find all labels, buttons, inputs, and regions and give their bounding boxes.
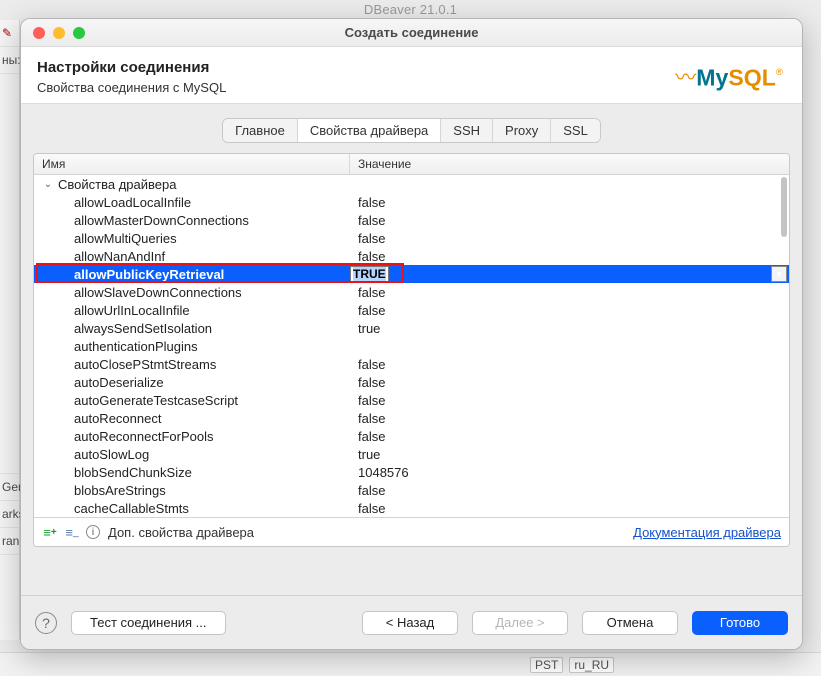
property-row[interactable]: authenticationPlugins: [34, 337, 789, 355]
finish-button[interactable]: Готово: [692, 611, 788, 635]
property-name: autoGenerateTestcaseScript: [74, 393, 238, 408]
test-connection-button[interactable]: Тест соединения ...: [71, 611, 226, 635]
property-row[interactable]: cacheCallableStmts false: [34, 499, 789, 517]
property-name: alwaysSendSetIsolation: [74, 321, 212, 336]
property-value[interactable]: false: [350, 231, 789, 246]
property-name: blobsAreStrings: [74, 483, 166, 498]
mysql-logo: 〰 My SQL ®: [675, 58, 789, 95]
property-value[interactable]: false: [350, 501, 789, 516]
add-property-icon[interactable]: ≡+: [42, 524, 58, 540]
property-name: allowPublicKeyRetrieval: [74, 267, 224, 282]
property-value[interactable]: false: [350, 285, 789, 300]
tab-bar: ГлавноеСвойства драйвераSSHProxySSL: [33, 118, 790, 143]
property-name: autoClosePStmtStreams: [74, 357, 216, 372]
property-name: autoSlowLog: [74, 447, 149, 462]
property-value[interactable]: false: [350, 429, 789, 444]
property-row[interactable]: allowMasterDownConnections false: [34, 211, 789, 229]
cancel-button[interactable]: Отмена: [582, 611, 678, 635]
statusbar-locale: ru_RU: [569, 657, 614, 673]
property-value[interactable]: false: [350, 393, 789, 408]
property-value[interactable]: false: [350, 375, 789, 390]
property-value[interactable]: false: [350, 483, 789, 498]
property-row[interactable]: autoReconnect false: [34, 409, 789, 427]
property-row[interactable]: autoGenerateTestcaseScript false: [34, 391, 789, 409]
app-title: DBeaver 21.0.1: [0, 0, 821, 20]
table-footer: ≡+ ≡_ i Доп. свойства драйвера Документа…: [34, 517, 789, 546]
property-row[interactable]: autoReconnectForPools false: [34, 427, 789, 445]
property-name: blobSendChunkSize: [74, 465, 192, 480]
property-name: autoReconnect: [74, 411, 161, 426]
property-value[interactable]: false: [350, 357, 789, 372]
property-group[interactable]: ⌄Свойства драйвера: [34, 175, 789, 193]
remove-property-icon[interactable]: ≡_: [64, 524, 80, 540]
property-value[interactable]: false: [350, 303, 789, 318]
dialog-title: Создать соединение: [21, 25, 802, 40]
properties-table: Имя Значение ⌄Свойства драйвераallowLoad…: [33, 153, 790, 547]
column-header-name[interactable]: Имя: [34, 154, 350, 174]
property-row[interactable]: allowNanAndInf false: [34, 247, 789, 265]
property-value-editor[interactable]: TRUE: [350, 266, 389, 282]
help-button[interactable]: ?: [35, 612, 57, 634]
property-value[interactable]: true: [350, 447, 789, 462]
background-panel-fragment: ✎ ны: Ger arks ran: [0, 20, 20, 640]
dialog-footer: ? Тест соединения ... < Назад Далее > От…: [21, 595, 802, 649]
property-row[interactable]: allowSlaveDownConnections false: [34, 283, 789, 301]
property-row[interactable]: allowUrlInLocalInfile false: [34, 301, 789, 319]
tab-свойства-драйвера[interactable]: Свойства драйвера: [298, 119, 441, 142]
property-row[interactable]: blobSendChunkSize 1048576: [34, 463, 789, 481]
property-name: allowLoadLocalInfile: [74, 195, 191, 210]
connection-dialog: Создать соединение Настройки соединения …: [20, 18, 803, 650]
column-header-value[interactable]: Значение: [350, 154, 789, 174]
chevron-down-icon[interactable]: ⌄: [42, 179, 54, 190]
tab-ssh[interactable]: SSH: [441, 119, 493, 142]
property-row[interactable]: autoClosePStmtStreams false: [34, 355, 789, 373]
property-name: allowNanAndInf: [74, 249, 165, 264]
scrollbar-thumb[interactable]: [781, 177, 787, 237]
back-button[interactable]: < Назад: [362, 611, 458, 635]
property-value[interactable]: false: [350, 195, 789, 210]
dialog-header: Настройки соединения Свойства соединения…: [21, 47, 802, 104]
property-value[interactable]: false: [350, 411, 789, 426]
property-name: allowSlaveDownConnections: [74, 285, 242, 300]
property-row[interactable]: alwaysSendSetIsolation true: [34, 319, 789, 337]
property-row[interactable]: autoSlowLog true: [34, 445, 789, 463]
statusbar-fragment: PST ru_RU: [0, 652, 821, 676]
tab-ssl[interactable]: SSL: [551, 119, 600, 142]
property-row[interactable]: autoDeserialize false: [34, 373, 789, 391]
dolphin-icon: 〰: [675, 60, 696, 90]
property-row[interactable]: allowMultiQueries false: [34, 229, 789, 247]
property-value[interactable]: true: [350, 321, 789, 336]
property-row[interactable]: blobsAreStrings false: [34, 481, 789, 499]
property-row[interactable]: allowLoadLocalInfile false: [34, 193, 789, 211]
property-name: autoReconnectForPools: [74, 429, 213, 444]
property-value[interactable]: false: [350, 249, 789, 264]
tab-proxy[interactable]: Proxy: [493, 119, 551, 142]
property-name: allowMasterDownConnections: [74, 213, 249, 228]
property-name: cacheCallableStmts: [74, 501, 189, 516]
property-value[interactable]: false: [350, 213, 789, 228]
property-name: allowMultiQueries: [74, 231, 177, 246]
property-name: authenticationPlugins: [74, 339, 198, 354]
page-subtitle: Свойства соединения с MySQL: [37, 80, 226, 95]
property-row[interactable]: allowPublicKeyRetrieval TRUE ▾: [34, 265, 789, 283]
statusbar-timezone: PST: [530, 657, 563, 673]
tab-главное[interactable]: Главное: [223, 119, 298, 142]
dialog-titlebar: Создать соединение: [21, 19, 802, 47]
property-name: autoDeserialize: [74, 375, 164, 390]
footer-info-label: Доп. свойства драйвера: [108, 525, 254, 540]
page-title: Настройки соединения: [37, 59, 226, 76]
chevron-down-icon[interactable]: ▾: [771, 266, 787, 282]
next-button: Далее >: [472, 611, 568, 635]
info-icon: i: [86, 525, 100, 539]
driver-docs-link[interactable]: Документация драйвера: [633, 525, 781, 540]
property-value[interactable]: 1048576: [350, 465, 789, 480]
property-name: allowUrlInLocalInfile: [74, 303, 190, 318]
